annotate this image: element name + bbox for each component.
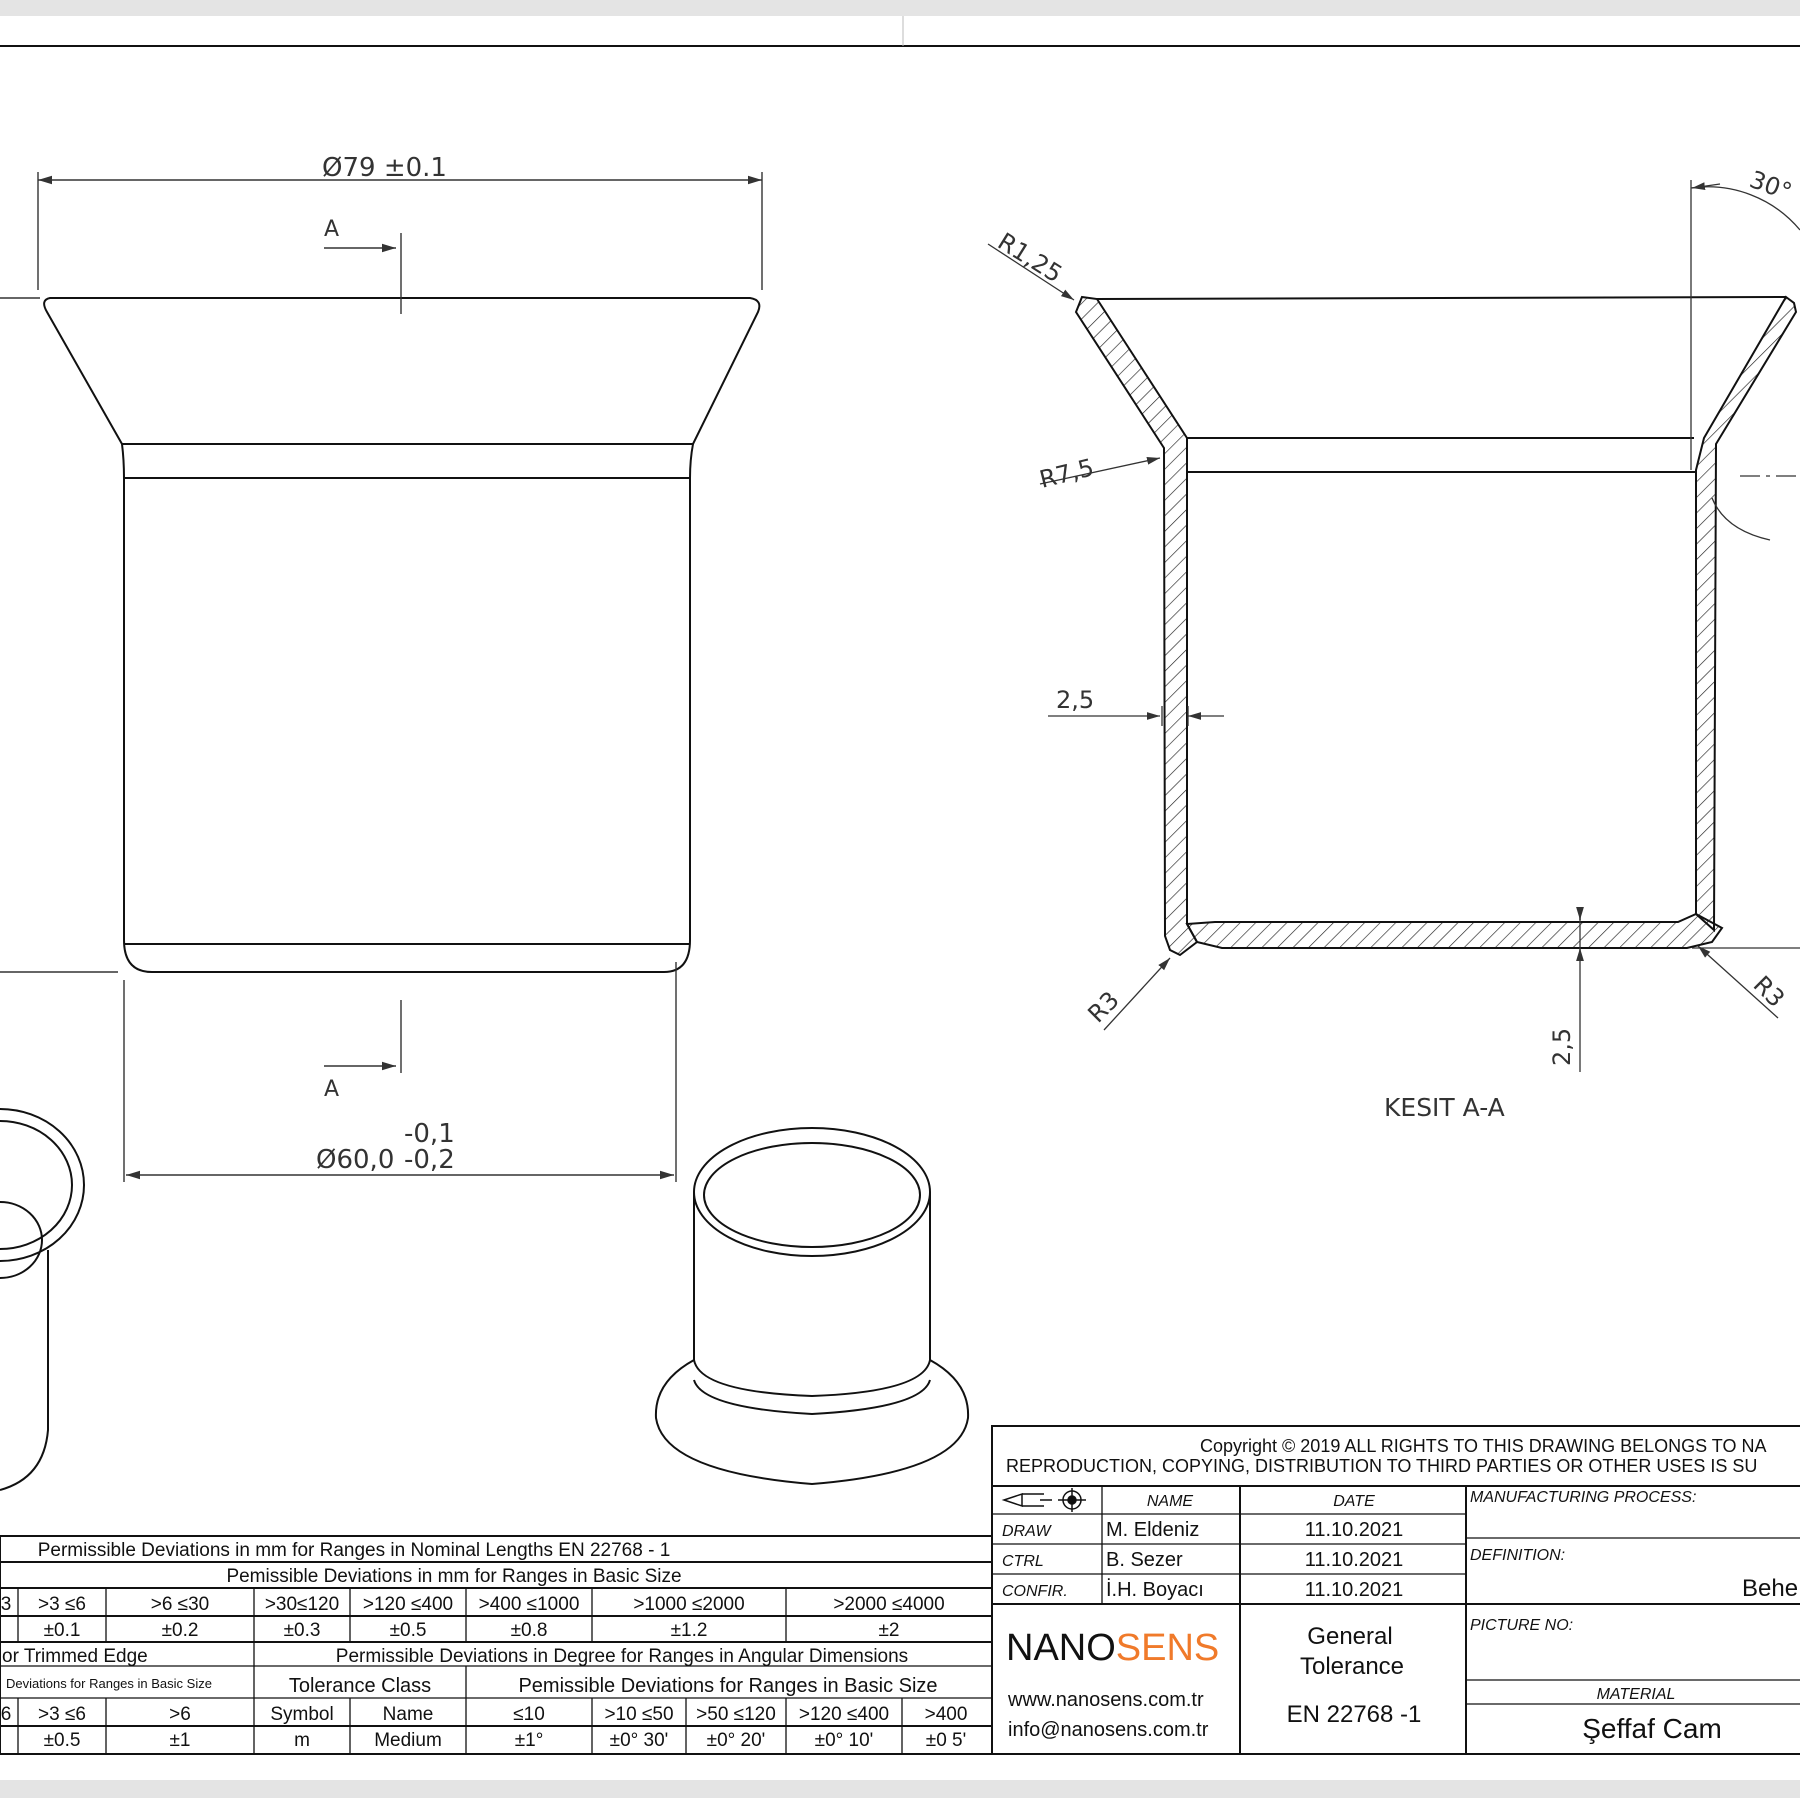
- brand-logo-sens: SENS: [1116, 1627, 1219, 1669]
- range-0: 3: [1, 1594, 12, 1615]
- definition-value: Behe: [1742, 1575, 1798, 1602]
- definition-label: DEFINITION:: [1470, 1547, 1565, 1564]
- value-6: ±1.2: [671, 1620, 708, 1641]
- bottom-thickness-label: 2,5: [1548, 1028, 1576, 1066]
- e-value-2: ±1: [170, 1730, 191, 1751]
- value-1: ±0.1: [44, 1620, 81, 1641]
- bottom-strip: [0, 1780, 1800, 1798]
- value-5: ±0.8: [511, 1620, 548, 1641]
- brand-logo: NANOSENS: [1006, 1627, 1219, 1669]
- value-7: ±2: [879, 1620, 900, 1641]
- website: www.nanosens.com.tr: [1007, 1689, 1204, 1711]
- picture-no-label: PICTURE NO:: [1470, 1617, 1573, 1634]
- angular-header: Permissible Deviations in Degree for Ran…: [336, 1646, 908, 1667]
- a-value-3: ±0° 10': [815, 1730, 874, 1751]
- range-5: >400 ≤1000: [479, 1594, 580, 1615]
- a-range-1: >10 ≤50: [604, 1704, 673, 1725]
- section-title: KESIT A-A: [1384, 1093, 1505, 1122]
- range-7: >2000 ≤4000: [833, 1594, 944, 1615]
- role-ctrl: CTRL: [1002, 1553, 1044, 1570]
- col-date-header: DATE: [1333, 1493, 1375, 1510]
- section-marker-top: A: [324, 217, 339, 242]
- name-header: Name: [383, 1704, 434, 1725]
- range-3: >30≤120: [265, 1594, 339, 1615]
- tol-header-1: Permissible Deviations in mm for Ranges …: [38, 1540, 671, 1561]
- name-draw: M. Eldeniz: [1106, 1519, 1199, 1541]
- e-range-1: >3 ≤6: [38, 1704, 86, 1725]
- date-ctrl: 11.10.2021: [1305, 1549, 1404, 1571]
- e-range-0: 6: [1, 1704, 12, 1725]
- material-value: Şeffaf Cam: [1582, 1713, 1722, 1744]
- general-label-2: Tolerance: [1300, 1653, 1404, 1680]
- tol-header-2: Pemissible Deviations in mm for Ranges i…: [226, 1566, 681, 1587]
- symbol-header: Symbol: [270, 1704, 333, 1725]
- role-confir: CONFIR.: [1002, 1583, 1068, 1600]
- wall-thickness-label: 2,5: [1056, 686, 1094, 714]
- e-value-1: ±0.5: [44, 1730, 81, 1751]
- top-diameter-label: Ø79 ±0.1: [322, 153, 447, 183]
- standard-label: EN 22768 -1: [1287, 1701, 1422, 1728]
- section-marker-bottom: A: [324, 1077, 339, 1102]
- date-confir: 11.10.2021: [1305, 1579, 1404, 1601]
- bottom-diameter-label: Ø60,0: [316, 1145, 394, 1175]
- range-4: >120 ≤400: [363, 1594, 453, 1615]
- a-value-0: ±1°: [515, 1730, 544, 1751]
- a-range-2: >50 ≤120: [696, 1704, 776, 1725]
- general-label-1: General: [1307, 1623, 1392, 1650]
- range-6: >1000 ≤2000: [633, 1594, 744, 1615]
- a-value-1: ±0° 30': [610, 1730, 669, 1751]
- bottom-tol-lower: -0,2: [404, 1145, 455, 1175]
- a-value-2: ±0° 20': [707, 1730, 766, 1751]
- trimmed-edge-label: or Trimmed Edge: [2, 1646, 148, 1667]
- copyright-line-1: Copyright © 2019 ALL RIGHTS TO THIS DRAW…: [1200, 1436, 1766, 1456]
- class-name-value: Medium: [374, 1730, 442, 1751]
- brand-logo-nano: NANO: [1006, 1627, 1116, 1669]
- a-range-3: >120 ≤400: [799, 1704, 889, 1725]
- a-range-4: >400: [925, 1704, 968, 1725]
- range-1: >3 ≤6: [38, 1594, 86, 1615]
- range-2: >6 ≤30: [151, 1594, 210, 1615]
- name-confir: İ.H. Boyacı: [1106, 1578, 1204, 1601]
- value-4: ±0.5: [390, 1620, 427, 1641]
- drawing-sheet: Ø79 ±0.1 A A -0,1 Ø60,0 -0,2 30° R1,25 R…: [0, 16, 1800, 1798]
- a-value-4: ±0 5': [926, 1730, 966, 1751]
- value-3: ±0.3: [284, 1620, 321, 1641]
- value-2: ±0.2: [162, 1620, 199, 1641]
- date-draw: 11.10.2021: [1305, 1519, 1404, 1541]
- tolerance-class-label: Tolerance Class: [289, 1675, 431, 1697]
- col-name-header: NAME: [1147, 1493, 1194, 1510]
- small-deviation-label: Deviations for Ranges in Basic Size: [6, 1676, 212, 1691]
- a-range-0: ≤10: [513, 1704, 545, 1725]
- copyright-line-2: REPRODUCTION, COPYING, DISTRIBUTION TO T…: [1006, 1456, 1757, 1476]
- material-label: MATERIAL: [1597, 1686, 1676, 1703]
- role-draw: DRAW: [1002, 1523, 1052, 1540]
- basic-size-label-2: Pemissible Deviations for Ranges in Basi…: [518, 1675, 937, 1697]
- email: info@nanosens.com.tr: [1008, 1719, 1209, 1741]
- name-ctrl: B. Sezer: [1106, 1549, 1183, 1571]
- manufacturing-label: MANUFACTURING PROCESS:: [1470, 1489, 1696, 1506]
- e-range-2: >6: [169, 1704, 191, 1725]
- symbol-value: m: [294, 1730, 310, 1751]
